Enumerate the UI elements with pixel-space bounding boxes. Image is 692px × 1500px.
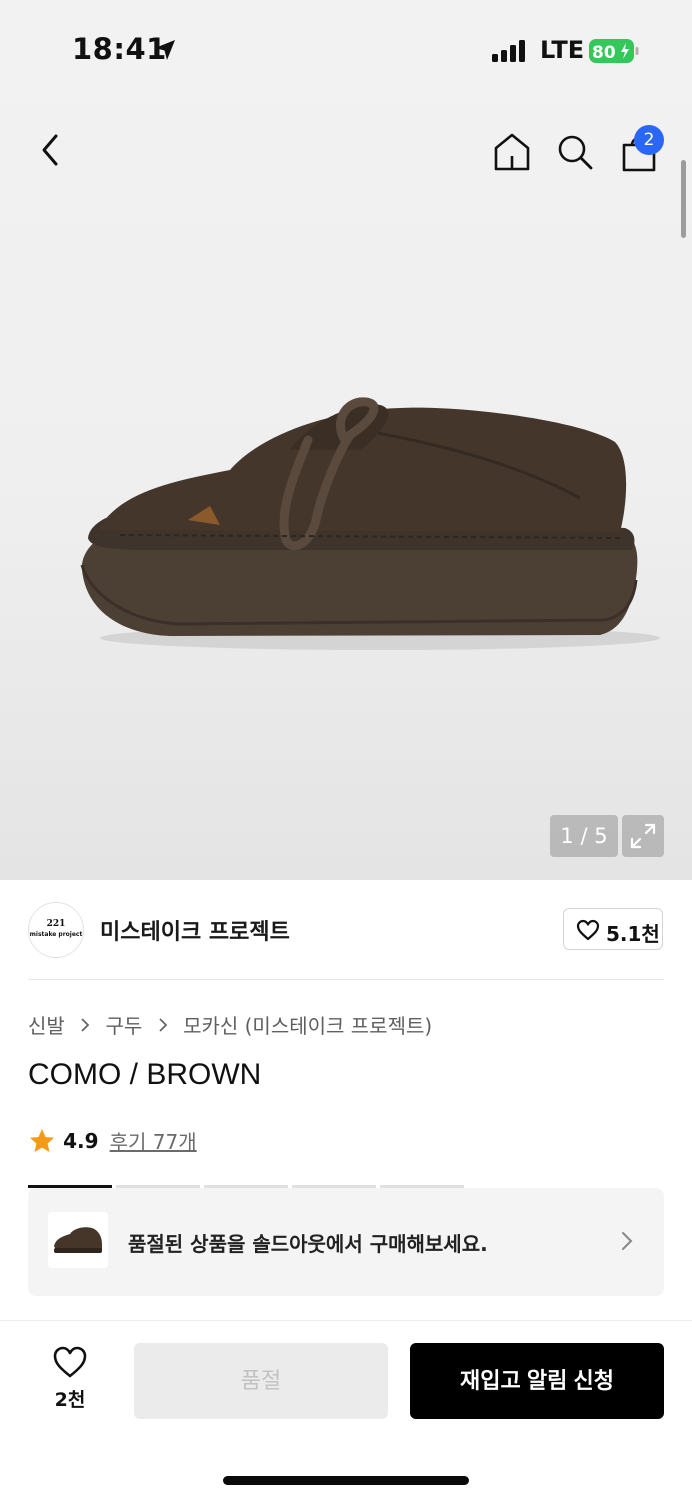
home-indicator[interactable] <box>223 1476 469 1485</box>
battery-icon: 80 <box>589 39 639 63</box>
chevron-right-icon <box>622 1232 633 1250</box>
top-navigation: 2 <box>0 110 692 190</box>
divider <box>28 979 664 980</box>
scrollbar[interactable] <box>681 160 686 238</box>
chevron-right-icon <box>159 1017 167 1032</box>
soldout-banner[interactable]: 품절된 상품을 솔드아웃에서 구매해보세요. <box>28 1188 664 1296</box>
star-icon <box>30 1128 54 1152</box>
network-type: LTE <box>540 36 585 64</box>
reviews-link[interactable]: 후기 77개 <box>110 1130 197 1154</box>
brand-name[interactable]: 미스테이크 프로젝트 <box>100 914 290 946</box>
product-image-gallery[interactable]: 18:41 LTE 80 2 1 / 5 <box>0 0 692 880</box>
chevron-right-icon <box>81 1017 90 1032</box>
sold-out-button[interactable]: 품절 <box>134 1343 388 1419</box>
breadcrumb-item[interactable]: 모카신 (미스테이크 프로젝트) <box>183 1014 432 1038</box>
wishlist-count: 2천 <box>54 1389 86 1411</box>
brand-logo[interactable]: 221 mistake project <box>28 902 84 958</box>
brand-logo-mark: 221 <box>46 919 66 929</box>
status-bar: 18:41 LTE 80 <box>0 0 692 100</box>
fullscreen-button[interactable] <box>622 815 664 857</box>
back-icon[interactable] <box>34 130 66 170</box>
breadcrumb-item[interactable]: 구두 <box>106 1014 143 1038</box>
brand-like-button[interactable]: 5.1천 <box>563 908 663 950</box>
product-image <box>80 397 660 650</box>
bottom-action-bar: 2천 품절 재입고 알림 신청 <box>0 1320 692 1500</box>
restock-alert-button[interactable]: 재입고 알림 신청 <box>410 1343 664 1419</box>
home-icon[interactable] <box>490 130 534 174</box>
product-thumbnail <box>48 1212 108 1268</box>
rating-score: 4.9 <box>63 1128 99 1153</box>
brand-logo-text: mistake project <box>29 931 83 938</box>
soldout-message: 품절된 상품을 솔드아웃에서 구매해보세요. <box>128 1232 488 1256</box>
heart-icon <box>53 1346 87 1378</box>
location-arrow-icon <box>155 40 175 60</box>
brand-row: 221 mistake project 미스테이크 프로젝트 5.1천 <box>0 880 692 980</box>
rating-row: 4.9 후기 77개 <box>28 1126 197 1156</box>
product-title: COMO / BROWN <box>28 1058 262 1091</box>
cart-count-badge: 2 <box>634 125 664 155</box>
breadcrumb-item[interactable]: 신발 <box>28 1014 65 1038</box>
signal-icon <box>492 40 525 62</box>
wishlist-button[interactable]: 2천 <box>44 1345 96 1415</box>
expand-icon <box>630 823 656 849</box>
image-pager: 1 / 5 <box>550 815 618 857</box>
brand-like-count: 5.1천 <box>606 922 660 946</box>
breadcrumb: 신발 구두 모카신 (미스테이크 프로젝트) <box>28 1010 432 1040</box>
battery-level: 80 <box>592 43 616 63</box>
search-icon[interactable] <box>554 130 596 174</box>
heart-icon <box>576 919 600 941</box>
